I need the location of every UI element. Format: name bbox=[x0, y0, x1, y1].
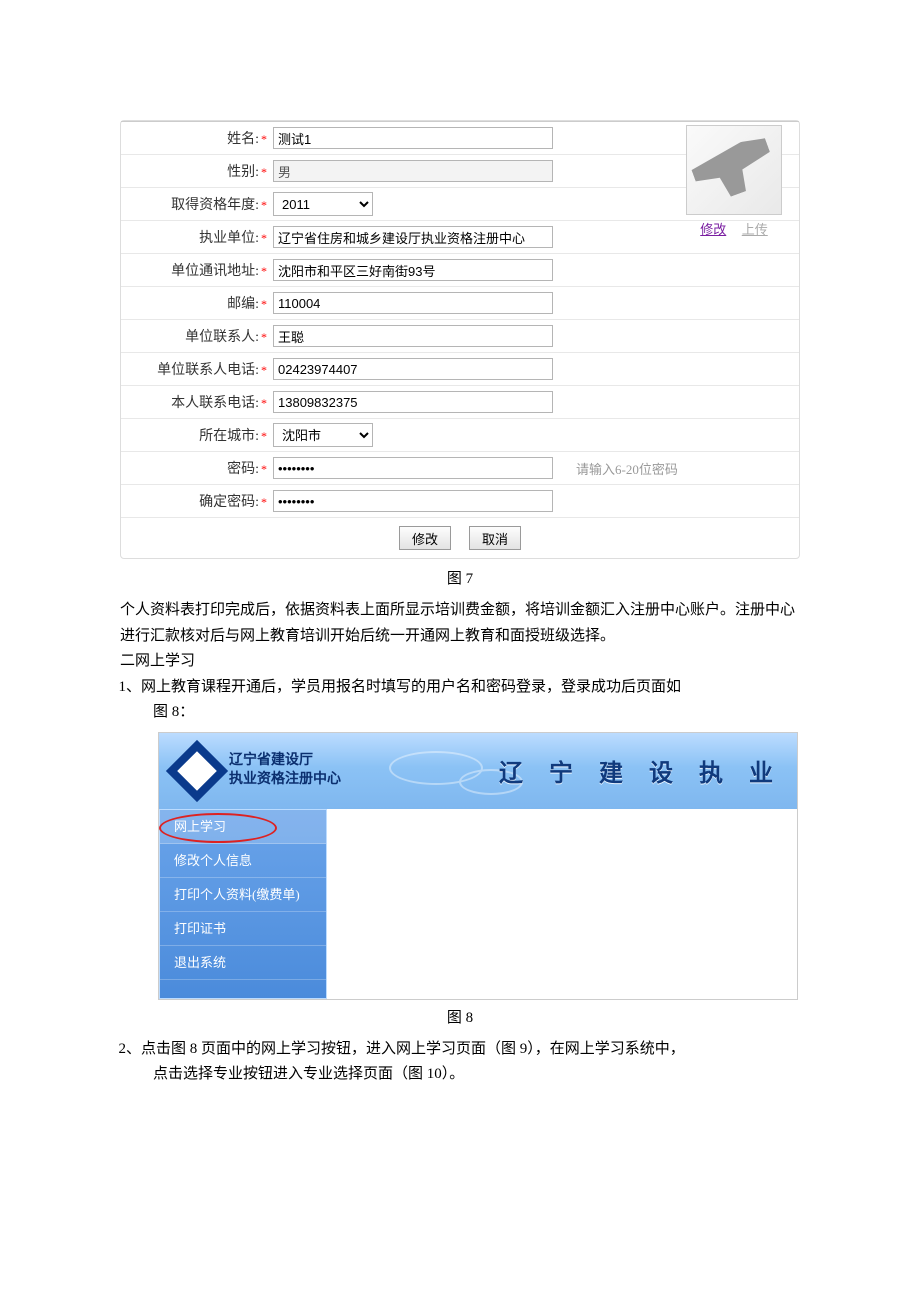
gender-input bbox=[273, 160, 553, 182]
sidebar-menu: 网上学习 修改个人信息 打印个人资料(缴费单) 打印证书 退出系统 bbox=[159, 809, 327, 999]
content-area bbox=[327, 809, 797, 999]
addr-label: 单位通讯地址: bbox=[171, 264, 259, 279]
pwd-hint: 请输入6-20位密码 bbox=[566, 459, 799, 478]
workunit-input[interactable] bbox=[273, 226, 553, 248]
pwd-input[interactable] bbox=[273, 457, 553, 479]
pwd-label: 密码: bbox=[227, 462, 259, 477]
cancel-button[interactable]: 取消 bbox=[469, 526, 521, 550]
figure8-screenshot: 辽宁省建设厅 执业资格注册中心 辽 宁 建 设 执 业 网上学习 修改个人信息 … bbox=[158, 732, 798, 1000]
profile-photo bbox=[686, 125, 782, 215]
selfphone-input[interactable] bbox=[273, 391, 553, 413]
addr-input[interactable] bbox=[273, 259, 553, 281]
list-item-2b: 点击选择专业按钮进入专业选择页面（图 10）。 bbox=[120, 1062, 800, 1088]
qualyear-select[interactable]: 2011 bbox=[273, 192, 373, 216]
org-line2: 执业资格注册中心 bbox=[229, 771, 341, 789]
section-heading: 二网上学习 bbox=[120, 649, 800, 675]
postcode-label: 邮编: bbox=[227, 297, 259, 312]
unitcontact-label: 单位联系人: bbox=[185, 330, 259, 345]
selfphone-label: 本人联系电话: bbox=[171, 396, 259, 411]
list-item-1: 1、网上教育课程开通后，学员用报名时填写的用户名和密码登录，登录成功后页面如 bbox=[120, 675, 800, 701]
profile-form: 修改 上传 姓名:* 性别:* 取得资格年度:* 2011 执业单位:* bbox=[120, 120, 800, 559]
photo-panel: 修改 上传 bbox=[679, 125, 789, 239]
figure8-caption: 图 8 bbox=[120, 1006, 800, 1027]
name-label: 姓名: bbox=[227, 132, 259, 147]
gender-label: 性别: bbox=[227, 165, 259, 180]
city-label: 所在城市: bbox=[199, 429, 259, 444]
pwd2-label: 确定密码: bbox=[199, 495, 259, 510]
pwd2-input[interactable] bbox=[273, 490, 553, 512]
banner-title: 辽 宁 建 设 执 业 bbox=[499, 753, 783, 788]
list-item-2: 2、点击图 8 页面中的网上学习按钮，进入网上学习页面（图 9），在网上学习系统… bbox=[120, 1037, 800, 1063]
unitphone-input[interactable] bbox=[273, 358, 553, 380]
site-banner: 辽宁省建设厅 执业资格注册中心 辽 宁 建 设 执 业 bbox=[159, 733, 797, 809]
workunit-label: 执业单位: bbox=[199, 231, 259, 246]
postcode-input[interactable] bbox=[273, 292, 553, 314]
org-line1: 辽宁省建设厅 bbox=[229, 752, 341, 770]
figure7-caption: 图 7 bbox=[120, 567, 800, 588]
name-input[interactable] bbox=[273, 127, 553, 149]
submit-button[interactable]: 修改 bbox=[399, 526, 451, 550]
qualyear-label: 取得资格年度: bbox=[171, 198, 259, 213]
photo-upload-link[interactable]: 上传 bbox=[742, 222, 768, 237]
city-select[interactable]: 沈阳市 bbox=[273, 423, 373, 447]
menu-print-cert[interactable]: 打印证书 bbox=[160, 912, 326, 946]
logo-icon bbox=[166, 739, 228, 801]
paragraph-1: 个人资料表打印完成后，依据资料表上面所显示培训费金额，将培训金额汇入注册中心账户… bbox=[120, 598, 800, 649]
menu-edit-profile[interactable]: 修改个人信息 bbox=[160, 844, 326, 878]
menu-online-study[interactable]: 网上学习 bbox=[160, 810, 326, 844]
list-item-1b: 图 8： bbox=[120, 700, 800, 726]
unitphone-label: 单位联系人电话: bbox=[157, 363, 259, 378]
menu-logout[interactable]: 退出系统 bbox=[160, 946, 326, 980]
menu-print-profile[interactable]: 打印个人资料(缴费单) bbox=[160, 878, 326, 912]
photo-edit-link[interactable]: 修改 bbox=[700, 222, 726, 237]
unitcontact-input[interactable] bbox=[273, 325, 553, 347]
